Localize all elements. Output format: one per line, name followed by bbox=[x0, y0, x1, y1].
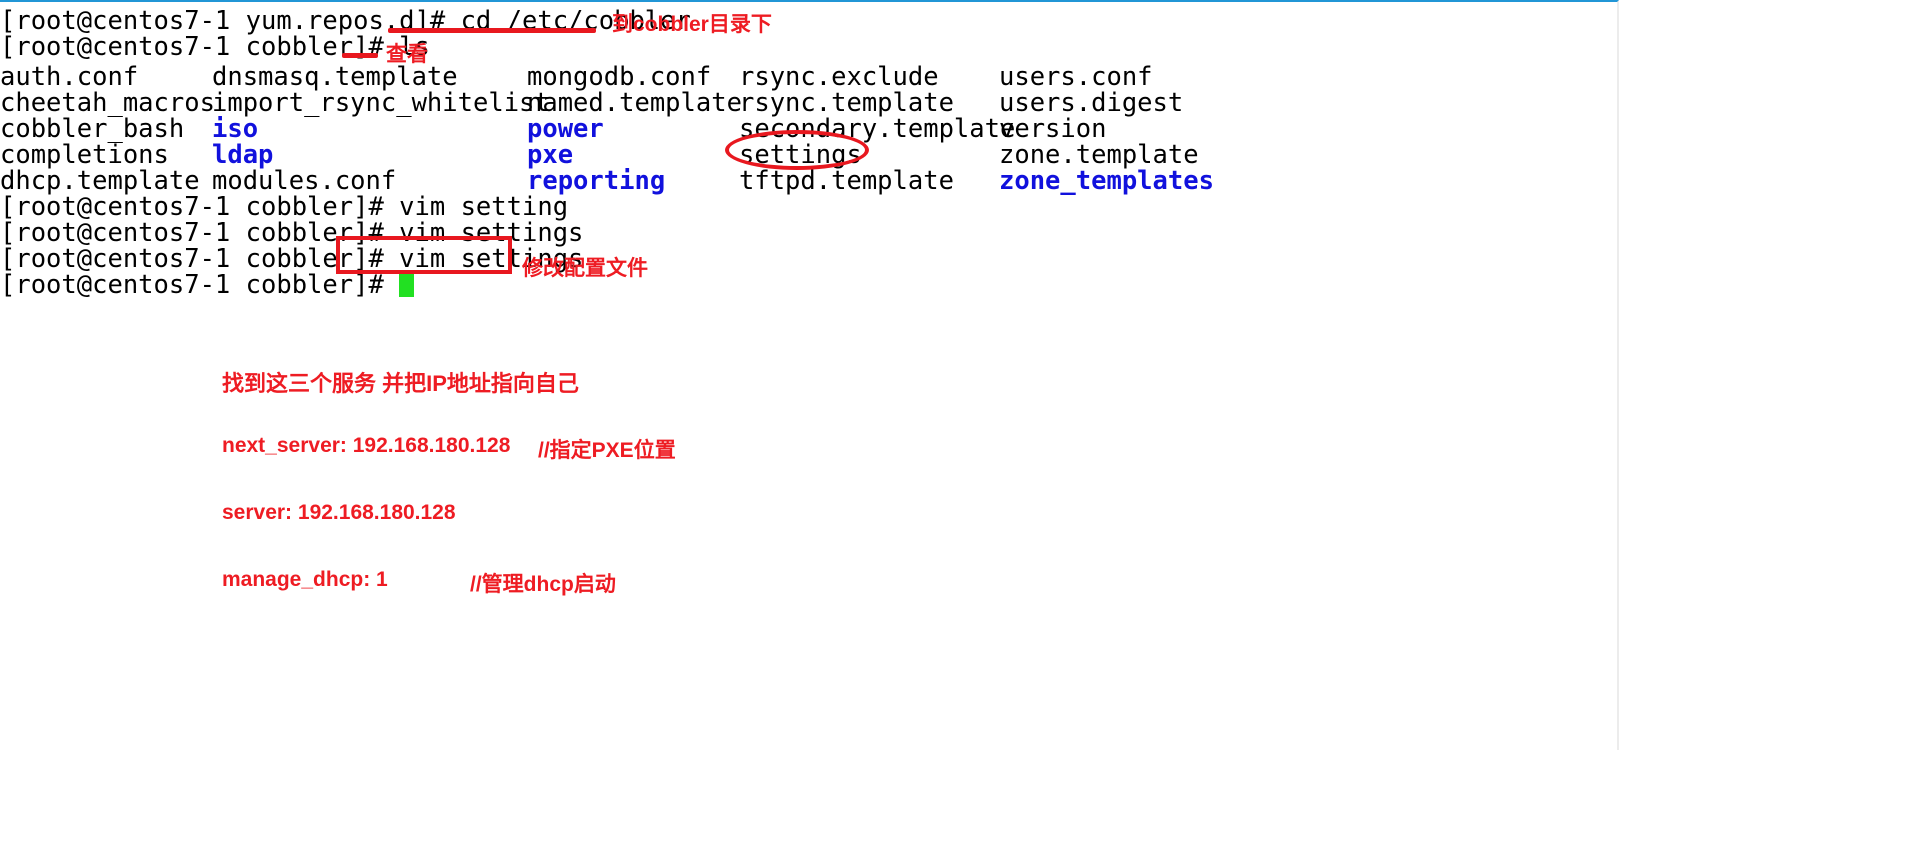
annotation-next-server-setting: next_server: 192.168.180.128 bbox=[222, 434, 511, 457]
underline-cd-command bbox=[388, 28, 596, 33]
ls-entry: tftpd.template bbox=[739, 166, 954, 196]
annotation-instruction: 找到这三个服务 并把IP地址指向自己 bbox=[222, 371, 579, 396]
annotation-manage-dhcp-setting: manage_dhcp: 1 bbox=[222, 568, 388, 591]
annotation-ls-label: 查看 bbox=[386, 43, 428, 66]
underline-ls-command bbox=[342, 53, 378, 58]
highlight-box-vim-settings bbox=[336, 236, 512, 274]
annotation-vim-settings-label: 修改配置文件 bbox=[522, 257, 648, 280]
annotation-cd-label: 到cobbler目录下 bbox=[612, 13, 772, 36]
prompt-ls: [root@centos7-1 cobbler]# bbox=[0, 32, 400, 62]
terminal-cursor bbox=[399, 273, 415, 297]
prompt-idle: [root@centos7-1 cobbler]# bbox=[0, 270, 400, 300]
annotation-server-setting: server: 192.168.180.128 bbox=[222, 501, 456, 524]
annotation-next-server-comment: //指定PXE位置 bbox=[538, 439, 676, 462]
highlight-ellipse-settings bbox=[725, 130, 869, 170]
ls-entry-dir: zone_templates bbox=[999, 166, 1214, 196]
annotation-manage-dhcp-comment: //管理dhcp启动 bbox=[470, 573, 616, 596]
terminal-line-ls: [root@centos7-1 cobbler]# ls bbox=[0, 31, 430, 63]
